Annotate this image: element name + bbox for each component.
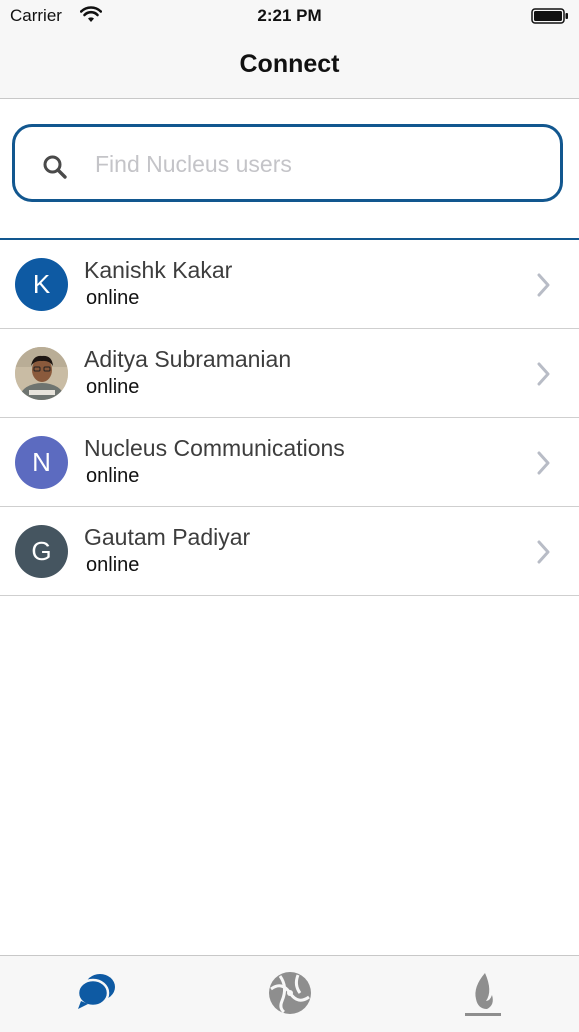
avatar-initial: N — [32, 447, 51, 477]
chevron-right-icon — [537, 273, 551, 302]
contact-status: online — [86, 287, 140, 309]
avatar-initial: K — [32, 269, 51, 299]
battery-icon — [531, 8, 569, 24]
avatar: G — [15, 525, 68, 578]
avatar-initial: G — [31, 536, 52, 566]
contact-row[interactable]: Aditya Subramanian online — [0, 329, 579, 418]
contact-row[interactable]: G Gautam Padiyar online — [0, 507, 579, 596]
navigation-bar: Connect — [0, 32, 579, 99]
tab-discover[interactable] — [193, 956, 386, 1032]
tab-activity[interactable] — [386, 956, 579, 1032]
contact-status: online — [86, 465, 140, 487]
status-bar: Carrier 2:21 PM — [0, 0, 579, 32]
tab-chats[interactable] — [0, 956, 193, 1032]
contact-status: online — [86, 376, 140, 398]
chevron-right-icon — [537, 362, 551, 391]
avatar: N — [15, 436, 68, 489]
contact-list: K Kanishk Kakar online Aditya Subramania… — [0, 240, 579, 596]
search-input[interactable] — [93, 145, 537, 183]
contact-row[interactable]: K Kanishk Kakar online — [0, 240, 579, 329]
search-box[interactable] — [12, 124, 563, 202]
avatar: K — [15, 258, 68, 311]
chevron-right-icon — [537, 540, 551, 569]
contact-name: Kanishk Kakar — [84, 257, 233, 283]
chevron-right-icon — [537, 451, 551, 480]
page-title: Connect — [239, 50, 340, 78]
tab-bar — [0, 955, 579, 1032]
contact-name: Aditya Subramanian — [84, 346, 292, 372]
avatar-photo — [15, 347, 68, 400]
contact-row[interactable]: N Nucleus Communications online — [0, 418, 579, 507]
search-icon — [42, 154, 68, 185]
clock-label: 2:21 PM — [257, 6, 322, 25]
contact-name: Nucleus Communications — [84, 435, 345, 461]
contact-status: online — [86, 554, 140, 576]
contact-name: Gautam Padiyar — [84, 524, 251, 550]
